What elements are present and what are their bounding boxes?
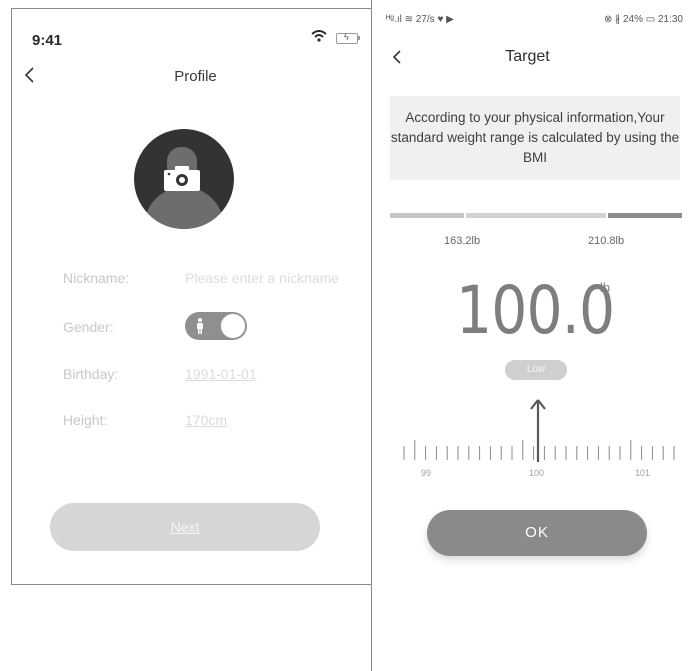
ruler-label-101: 101 [635, 468, 651, 478]
ruler-label-99: 99 [421, 468, 432, 478]
status-time: 9:41 [32, 32, 63, 49]
weight-ruler[interactable] [400, 440, 680, 464]
page-title: Target [505, 48, 550, 65]
ruler-label-100: 100 [529, 468, 545, 478]
height-field[interactable]: 170cm [185, 412, 227, 428]
profile-screen: 9:41 ϟ Profile Nickname: Please enter a … [11, 8, 372, 585]
range-low-label: 163.2lb [444, 235, 481, 247]
weight-value: 100.0 [456, 272, 615, 349]
status-bar-right: ⊗ ∦ 24% ▭ 21:30 [604, 14, 683, 25]
target-screen: ᴴᵍ.ıl ≋ 27/s ♥ ▶ ⊗ ∦ 24% ▭ 21:30 Target … [371, 0, 688, 671]
ok-button[interactable]: OK [427, 510, 647, 556]
battery-icon: ϟ [336, 32, 360, 44]
gender-toggle[interactable] [185, 312, 247, 340]
page-title: Profile [174, 68, 217, 85]
birthday-label: Birthday: [63, 366, 119, 382]
height-label: Height: [63, 412, 108, 428]
next-button[interactable]: Next [50, 503, 320, 551]
nickname-input[interactable]: Please enter a nickname [185, 270, 339, 286]
range-bar-high [608, 213, 682, 218]
range-high-label: 210.8lb [588, 235, 625, 247]
weight-unit: lb [600, 280, 611, 295]
person-icon [197, 318, 203, 334]
gender-label: Gender: [63, 319, 114, 335]
bmi-info-box: According to your physical information,Y… [390, 96, 680, 180]
birthday-field[interactable]: 1991-01-01 [185, 366, 257, 382]
bmi-info-text: According to your physical information,Y… [390, 110, 680, 165]
range-bar-low [390, 213, 464, 218]
wifi-icon [311, 30, 327, 42]
status-bar-left: ᴴᵍ.ıl ≋ 27/s ♥ ▶ [386, 14, 454, 25]
range-bar-standard [466, 213, 606, 218]
camera-icon[interactable] [163, 164, 201, 192]
nickname-label: Nickname: [63, 270, 130, 286]
status-badge: Low [505, 360, 567, 380]
